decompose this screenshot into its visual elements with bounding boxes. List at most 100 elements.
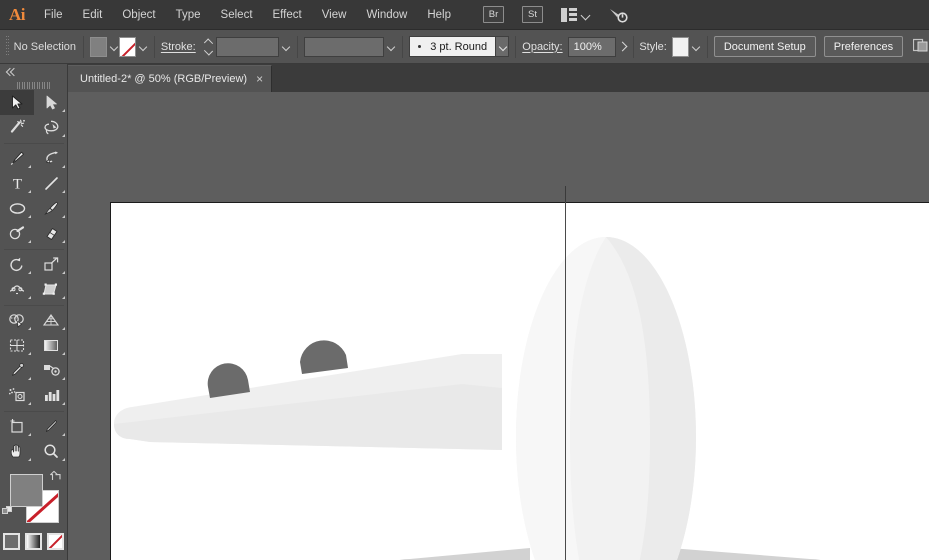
- lasso-tool[interactable]: [34, 115, 68, 140]
- color-mode-button[interactable]: [3, 533, 20, 550]
- stroke-weight-input[interactable]: [215, 36, 279, 57]
- style-chevron-down-icon[interactable]: [689, 37, 701, 57]
- rotate-tool[interactable]: [0, 252, 34, 277]
- canvas-area[interactable]: [68, 92, 929, 560]
- shaper-tool[interactable]: [0, 221, 34, 246]
- column-graph-tool[interactable]: [34, 383, 68, 408]
- blend-tool[interactable]: [34, 358, 68, 383]
- style-label: Style:: [639, 40, 667, 53]
- zoom-tool[interactable]: [34, 439, 68, 464]
- menu-effect[interactable]: Effect: [263, 0, 312, 30]
- stroke-weight-label[interactable]: Stroke:: [161, 41, 196, 53]
- paintbrush-tool[interactable]: [34, 196, 68, 221]
- tools-grid: T: [0, 90, 67, 464]
- document-tab-bar: Untitled-2* @ 50% (RGB/Preview) ×: [0, 64, 929, 92]
- graphic-style-swatch[interactable]: [671, 36, 689, 57]
- menu-bar: Ai File Edit Object Type Select Effect V…: [0, 0, 929, 30]
- free-transform-tool[interactable]: [34, 277, 68, 302]
- gradient-mode-button[interactable]: [25, 533, 42, 550]
- mesh-tool[interactable]: [0, 333, 34, 358]
- menu-help[interactable]: Help: [417, 0, 461, 30]
- variable-width-profile-input[interactable]: [303, 36, 385, 57]
- hand-tool[interactable]: [0, 439, 34, 464]
- close-icon[interactable]: ×: [256, 73, 263, 85]
- width-tool[interactable]: [0, 277, 34, 302]
- pen-tool[interactable]: [0, 146, 34, 171]
- control-bar-grip[interactable]: [4, 32, 10, 62]
- illustrator-window: Ai File Edit Object Type Select Effect V…: [0, 0, 929, 560]
- vertical-guide[interactable]: [565, 186, 566, 560]
- eyedropper-tool[interactable]: [0, 358, 34, 383]
- symbol-sprayer-tool[interactable]: [0, 383, 34, 408]
- fill-color-swatch[interactable]: [10, 474, 43, 507]
- double-chevron-left-icon[interactable]: [6, 67, 20, 77]
- color-mode-buttons: [0, 533, 67, 550]
- menu-file[interactable]: File: [34, 0, 73, 30]
- selection-tool[interactable]: [0, 90, 34, 115]
- magic-wand-tool[interactable]: [0, 115, 34, 140]
- default-fill-stroke-icon[interactable]: [2, 506, 14, 518]
- brush-definition-label: 3 pt. Round: [430, 40, 488, 53]
- brush-preview-icon: [418, 45, 422, 48]
- divider: [707, 35, 708, 58]
- panel-overflow-icon[interactable]: [912, 37, 929, 56]
- document-tab[interactable]: Untitled-2* @ 50% (RGB/Preview) ×: [68, 65, 273, 92]
- artboard-tool[interactable]: [0, 414, 34, 439]
- tools-panel-header: [0, 64, 67, 80]
- eraser-tool[interactable]: [34, 221, 68, 246]
- ellipse-tool[interactable]: [0, 196, 34, 221]
- arrange-documents-icon[interactable]: [561, 7, 577, 22]
- svg-text:T: T: [12, 177, 21, 193]
- stroke-swatch[interactable]: [118, 36, 136, 57]
- stroke-weight-chevron-down-icon[interactable]: [279, 37, 291, 57]
- control-bar: No Selection Stroke: 3 pt. Round Opacity…: [0, 30, 929, 64]
- menu-object[interactable]: Object: [112, 0, 165, 30]
- brush-definition-select[interactable]: 3 pt. Round: [409, 36, 497, 57]
- chevron-down-icon[interactable]: [580, 8, 592, 22]
- menu-window[interactable]: Window: [356, 0, 417, 30]
- document-setup-button[interactable]: Document Setup: [713, 36, 816, 57]
- menu-bar-tools: Br St: [483, 6, 630, 24]
- line-segment-tool[interactable]: [34, 171, 68, 196]
- fill-chevron-down-icon[interactable]: [107, 37, 119, 57]
- tools-panel-grip[interactable]: [0, 80, 67, 90]
- menu-type[interactable]: Type: [166, 0, 211, 30]
- menu-edit[interactable]: Edit: [73, 0, 113, 30]
- shape-builder-tool[interactable]: [0, 308, 34, 333]
- divider: [402, 35, 404, 58]
- variable-width-chevron-down-icon[interactable]: [384, 37, 396, 57]
- fill-swatch[interactable]: [89, 36, 107, 57]
- type-tool[interactable]: T: [0, 171, 34, 196]
- none-mode-button[interactable]: [47, 533, 64, 550]
- app-logo-icon: Ai: [9, 4, 26, 24]
- divider: [154, 35, 155, 58]
- divider: [515, 35, 517, 58]
- gradient-tool[interactable]: [34, 333, 68, 358]
- opacity-label[interactable]: Opacity:: [522, 41, 562, 53]
- airplane-top-view-illustration[interactable]: [110, 202, 929, 560]
- bridge-icon[interactable]: Br: [483, 6, 504, 23]
- swap-fill-stroke-icon[interactable]: [49, 470, 63, 484]
- perspective-grid-tool[interactable]: [34, 308, 68, 333]
- airplane-engine-inner: [300, 340, 348, 374]
- slice-tool[interactable]: [34, 414, 68, 439]
- opacity-input[interactable]: 100%: [567, 36, 616, 57]
- preferences-button[interactable]: Preferences: [823, 36, 904, 57]
- search-adobe-stock-icon[interactable]: [608, 6, 630, 24]
- opacity-arrow-right-icon[interactable]: [616, 37, 627, 57]
- menu-select[interactable]: Select: [211, 0, 263, 30]
- scale-tool[interactable]: [34, 252, 68, 277]
- selection-status-label: No Selection: [13, 40, 77, 53]
- fill-stroke-controls: [0, 468, 68, 530]
- curvature-tool[interactable]: [34, 146, 68, 171]
- stroke-chevron-down-icon[interactable]: [136, 37, 148, 57]
- divider: [632, 35, 634, 58]
- direct-selection-tool[interactable]: [34, 90, 68, 115]
- stroke-weight-stepper[interactable]: [203, 37, 213, 57]
- menu-view[interactable]: View: [312, 0, 357, 30]
- tools-panel: T: [0, 64, 68, 560]
- airplane-left-tailplane: [399, 548, 530, 560]
- stock-icon[interactable]: St: [522, 6, 543, 23]
- brush-chevron-down-icon[interactable]: [496, 36, 510, 57]
- divider: [82, 35, 84, 58]
